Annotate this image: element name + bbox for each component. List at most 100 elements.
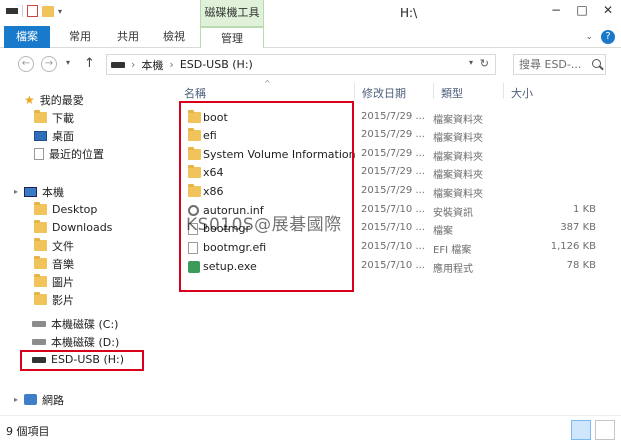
folder-icon — [34, 220, 47, 233]
nav-label: 下載 — [52, 111, 74, 125]
drive-icon — [32, 338, 46, 345]
nav-this-pc[interactable]: 本機 — [24, 183, 64, 200]
folder-icon — [34, 110, 47, 123]
quick-access-toolbar: ▾ — [6, 5, 62, 17]
file-date: 2015/7/10 ... — [361, 241, 425, 252]
nav-videos[interactable]: 影片 — [34, 291, 74, 308]
tab-home[interactable]: 常用 — [62, 26, 98, 48]
drive-tools-header: 磁碟機工具 — [200, 0, 264, 26]
file-type: 檔案資料夾 — [433, 115, 483, 126]
file-date: 2015/7/29 ... — [361, 111, 425, 122]
forward-button[interactable]: → — [41, 56, 57, 72]
back-button[interactable]: ← — [18, 56, 34, 72]
highlight-box — [20, 350, 144, 371]
new-folder-icon[interactable] — [42, 5, 54, 17]
column-name[interactable]: 名稱 — [184, 85, 206, 101]
folder-icon — [34, 238, 47, 251]
expand-ribbon-icon[interactable]: ⌄ — [585, 32, 593, 42]
tab-file[interactable]: 檔案 — [4, 26, 50, 48]
address-row: ← → ▾ ↑ › 本機 › ESD-USB (H:) ▾ ↻ 搜尋 ESD-.… — [0, 49, 621, 79]
nav-pictures[interactable]: 圖片 — [34, 273, 74, 290]
nav-label: Downloads — [52, 221, 113, 234]
nav-desktop[interactable]: Desktop — [34, 201, 97, 218]
breadcrumb-sep: › — [169, 58, 174, 71]
tab-manage[interactable]: 管理 — [200, 26, 264, 48]
file-date: 2015/7/29 ... — [361, 166, 425, 177]
nav-label: 音樂 — [52, 257, 74, 271]
expand-icon[interactable]: ▸ — [14, 395, 18, 404]
column-date[interactable]: 修改日期 — [362, 85, 406, 101]
file-type: 檔案資料夾 — [433, 133, 483, 144]
maximize-button[interactable]: □ — [569, 0, 595, 20]
expand-icon[interactable]: ▸ — [14, 187, 18, 196]
column-divider[interactable] — [354, 83, 355, 99]
minimize-button[interactable]: − — [543, 0, 569, 20]
folder-icon — [34, 256, 47, 269]
recent-locations-icon[interactable]: ▾ — [66, 58, 70, 67]
file-size: 1,126 KB — [550, 241, 596, 252]
nav-label: 影片 — [52, 293, 74, 307]
file-date: 2015/7/29 ... — [361, 148, 425, 159]
file-size: 78 KB — [566, 260, 596, 271]
file-list: ^ 名稱 修改日期 類型 大小 boot 2015/7/29 ... 檔案資料夾… — [168, 79, 621, 415]
file-type: 檔案 — [433, 226, 453, 237]
column-divider[interactable] — [433, 83, 434, 99]
nav-label: 文件 — [52, 239, 74, 253]
title-bar: ▾ 磁碟機工具 H:\ − □ ✕ — [0, 0, 621, 26]
column-divider[interactable] — [503, 83, 504, 99]
file-date: 2015/7/10 ... — [361, 222, 425, 233]
nav-label: 網路 — [42, 393, 64, 407]
nav-recent[interactable]: 最近的位置 — [34, 145, 104, 162]
nav-documents[interactable]: 文件 — [34, 237, 74, 254]
file-type: 檔案資料夾 — [433, 152, 483, 163]
file-size: 1 KB — [573, 204, 596, 215]
nav-label: Desktop — [52, 203, 98, 216]
up-button[interactable]: ↑ — [84, 56, 95, 71]
breadcrumb-this-pc[interactable]: 本機 — [141, 57, 163, 73]
tab-view[interactable]: 檢視 — [156, 26, 192, 48]
computer-icon — [24, 186, 37, 197]
drive-icon — [111, 61, 125, 68]
file-type: EFI 檔案 — [433, 245, 472, 256]
nav-label: 最近的位置 — [49, 147, 104, 161]
properties-icon[interactable] — [27, 5, 38, 17]
sort-ascending-icon: ^ — [264, 79, 271, 88]
window-title: H:\ — [400, 6, 418, 20]
column-type[interactable]: 類型 — [441, 85, 463, 101]
nav-music[interactable]: 音樂 — [34, 255, 74, 272]
nav-downloads[interactable]: Downloads — [34, 219, 112, 236]
status-bar: 9 個項目 — [0, 415, 621, 446]
drive-icon — [32, 320, 46, 327]
file-type: 檔案資料夾 — [433, 189, 483, 200]
address-bar[interactable]: › 本機 › ESD-USB (H:) ▾ ↻ — [106, 54, 496, 75]
network-icon — [24, 394, 37, 405]
recent-places-icon — [34, 147, 44, 160]
file-type: 應用程式 — [433, 264, 473, 275]
nav-label: 桌面 — [52, 129, 74, 143]
file-type: 安裝資訊 — [433, 208, 473, 219]
nav-label: 本機 — [42, 185, 64, 199]
file-date: 2015/7/29 ... — [361, 129, 425, 140]
nav-desktop-fav[interactable]: 桌面 — [34, 127, 74, 144]
large-icons-view-button[interactable] — [595, 420, 615, 440]
folder-icon — [34, 202, 47, 215]
address-dropdown-icon[interactable]: ▾ — [469, 58, 473, 67]
tab-share[interactable]: 共用 — [110, 26, 146, 48]
nav-network[interactable]: 網路 — [24, 391, 64, 408]
file-size: 387 KB — [560, 222, 596, 233]
customize-dropdown-icon[interactable]: ▾ — [58, 7, 62, 16]
star-icon: ★ — [24, 92, 35, 107]
nav-favorites[interactable]: ★ 我的最愛 — [24, 91, 84, 108]
close-button[interactable]: ✕ — [595, 0, 621, 20]
details-view-button[interactable] — [571, 420, 591, 440]
refresh-button[interactable]: ↻ — [480, 57, 489, 70]
breadcrumb-drive[interactable]: ESD-USB (H:) — [180, 58, 253, 71]
column-size[interactable]: 大小 — [511, 85, 533, 101]
navigation-pane: ★ 我的最愛 下載 桌面 最近的位置 ▸ 本機 Desktop Download… — [0, 79, 168, 415]
file-date: 2015/7/29 ... — [361, 185, 425, 196]
nav-downloads-fav[interactable]: 下載 — [34, 109, 74, 126]
nav-drive-c[interactable]: 本機磁碟 (C:) — [32, 315, 118, 332]
help-icon[interactable]: ? — [601, 30, 615, 44]
folder-icon — [34, 292, 47, 305]
nav-drive-d[interactable]: 本機磁碟 (D:) — [32, 333, 119, 350]
